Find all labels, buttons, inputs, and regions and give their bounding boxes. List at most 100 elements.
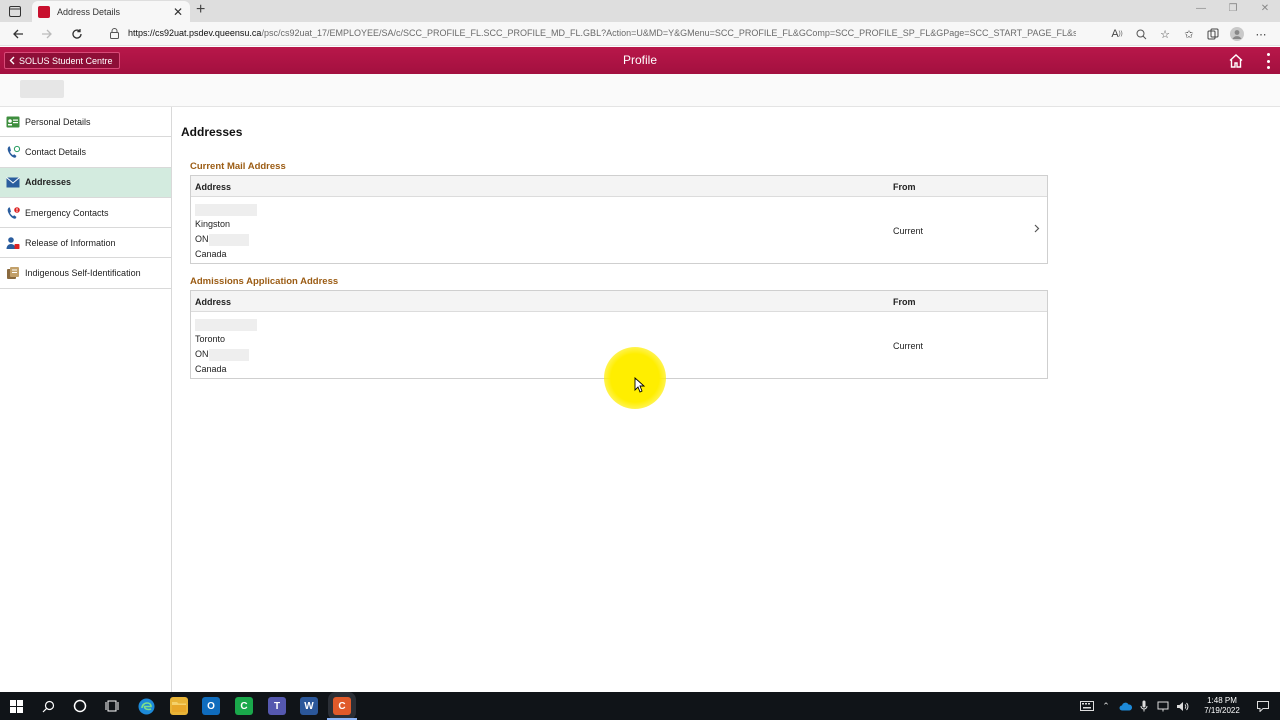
sidebar-item-personal-details[interactable]: Personal Details <box>0 107 171 138</box>
system-tray: ⌃ 1:48 PM 7/19/2022 <box>1080 692 1280 720</box>
group-title: Current Mail Address <box>190 161 286 172</box>
clock-time: 1:48 PM <box>1207 696 1237 705</box>
network-icon[interactable] <box>1156 699 1170 713</box>
edge-icon[interactable] <box>137 697 155 715</box>
browser-toolbar: https://cs92uat.psdev.queensu.ca/psc/cs9… <box>0 22 1280 46</box>
clock-date: 7/19/2022 <box>1204 706 1240 715</box>
person-banner <box>0 74 1280 107</box>
sidebar-item-label: Release of Information <box>25 237 116 248</box>
camtasia-recorder-icon[interactable]: C <box>327 697 357 720</box>
address-province: ON <box>195 234 209 244</box>
camtasia-icon[interactable]: C <box>235 697 253 715</box>
tab-actions-icon[interactable] <box>6 3 24 19</box>
sidebar-item-contact-details[interactable]: Contact Details <box>0 137 171 168</box>
sidebar-item-label: Personal Details <box>25 116 91 127</box>
redacted-street <box>195 318 257 331</box>
address-block: Toronto ON Canada <box>195 317 257 377</box>
task-view-icon[interactable] <box>103 697 121 715</box>
redacted-name <box>20 80 64 98</box>
address-country: Canada <box>195 249 227 259</box>
word-icon[interactable]: W <box>300 697 318 715</box>
minimize-icon[interactable]: — <box>1194 3 1208 14</box>
redacted-street <box>195 203 257 216</box>
profile-avatar-icon[interactable] <box>1228 25 1246 43</box>
browser-toolbar-icons: A)) ☆ ✩ ⋯ <box>1108 25 1270 43</box>
sidebar-item-release-of-information[interactable]: Release of Information <box>0 228 171 259</box>
phone-icon <box>6 145 20 159</box>
close-window-icon[interactable]: ✕ <box>1258 3 1272 14</box>
home-icon[interactable] <box>1228 53 1244 69</box>
taskbar-clock[interactable]: 1:48 PM 7/19/2022 <box>1198 696 1246 716</box>
file-explorer-icon[interactable] <box>170 697 188 715</box>
group-title: Admissions Application Address <box>190 276 339 287</box>
back-arrow-icon[interactable] <box>9 25 27 43</box>
sidebar: Personal Details Contact Details Address… <box>0 107 172 692</box>
envelope-icon <box>6 175 20 189</box>
favorites-icon[interactable]: ✩ <box>1180 25 1198 43</box>
from-value: Current <box>893 226 924 236</box>
address-country: Canada <box>195 364 227 374</box>
refresh-icon[interactable] <box>68 25 86 43</box>
windows-start-icon[interactable] <box>7 697 25 715</box>
browser-tab-strip: Address Details ✕ + — ❐ ✕ <box>0 0 1280 22</box>
restore-icon[interactable]: ❐ <box>1226 3 1240 14</box>
notifications-icon[interactable] <box>1256 699 1270 713</box>
column-header-from: From <box>893 182 916 192</box>
address-grid: Address From Kingston ON Canada Current <box>190 175 1048 264</box>
read-aloud-icon[interactable]: A)) <box>1108 25 1126 43</box>
sidebar-item-emergency-contacts[interactable]: Emergency Contacts <box>0 198 171 229</box>
table-row[interactable]: Kingston ON Canada Current <box>191 197 1047 263</box>
id-card-icon <box>6 115 20 129</box>
address-city: Kingston <box>195 219 231 229</box>
sidebar-item-label: Emergency Contacts <box>25 207 109 218</box>
address-city: Toronto <box>195 334 226 344</box>
keyboard-icon[interactable] <box>1080 699 1094 713</box>
column-header-address: Address <box>195 297 232 307</box>
volume-icon[interactable] <box>1175 699 1189 713</box>
person-lock-icon <box>6 236 20 250</box>
sidebar-item-indigenous-self-identification[interactable]: Indigenous Self-Identification <box>0 258 171 289</box>
current-mail-address-group: Current Mail Address Address From Kingst… <box>190 161 1048 264</box>
grid-header: Address From <box>191 176 1047 197</box>
cortana-icon[interactable] <box>71 697 89 715</box>
chevron-right-icon[interactable] <box>1034 224 1040 236</box>
chevron-up-icon[interactable]: ⌃ <box>1099 699 1113 713</box>
emergency-phone-icon <box>6 206 20 220</box>
window-controls: — ❐ ✕ <box>1194 3 1272 14</box>
onedrive-icon[interactable] <box>1118 699 1132 713</box>
mouse-cursor-icon <box>634 377 646 393</box>
cards-icon <box>6 266 20 280</box>
tab-close-icon[interactable]: ✕ <box>172 5 184 19</box>
search-icon[interactable] <box>39 697 57 715</box>
lock-icon[interactable] <box>108 27 120 39</box>
add-favorite-icon[interactable]: ☆ <box>1156 25 1174 43</box>
address-block: Kingston ON Canada <box>195 202 257 262</box>
url-field[interactable]: https://cs92uat.psdev.queensu.ca/psc/cs9… <box>128 28 1076 38</box>
tab-title: Address Details <box>57 6 121 17</box>
windows-taskbar: O C T W C ⌃ 1:48 PM 7/19/2022 <box>0 692 1280 720</box>
zoom-icon[interactable] <box>1132 25 1150 43</box>
column-header-from: From <box>893 297 916 307</box>
app-header: SOLUS Student Centre Profile <box>0 47 1280 74</box>
page-title: Profile <box>622 53 657 67</box>
browser-tab[interactable]: Address Details ✕ <box>32 1 190 22</box>
forward-arrow-icon[interactable] <box>38 25 56 43</box>
more-options-icon[interactable]: ⋯ <box>1252 25 1270 43</box>
sidebar-item-addresses[interactable]: Addresses <box>0 167 171 198</box>
microphone-icon[interactable] <box>1137 699 1151 713</box>
sidebar-item-label: Indigenous Self-Identification <box>25 268 141 279</box>
from-value: Current <box>893 341 924 351</box>
sidebar-item-label: Addresses <box>25 177 72 188</box>
main-content: Addresses Current Mail Address Address F… <box>181 107 1271 692</box>
section-heading: Addresses <box>181 125 243 139</box>
outlook-icon[interactable]: O <box>202 697 220 715</box>
actions-menu-icon[interactable] <box>1265 53 1271 69</box>
collections-icon[interactable] <box>1204 25 1222 43</box>
site-favicon-icon <box>38 5 50 18</box>
new-tab-button[interactable]: + <box>196 2 205 18</box>
redacted-postal-code <box>208 233 249 246</box>
sidebar-item-label: Contact Details <box>25 146 87 157</box>
redacted-postal-code <box>208 348 249 361</box>
grid-header: Address From <box>191 291 1047 312</box>
teams-icon[interactable]: T <box>268 697 286 715</box>
